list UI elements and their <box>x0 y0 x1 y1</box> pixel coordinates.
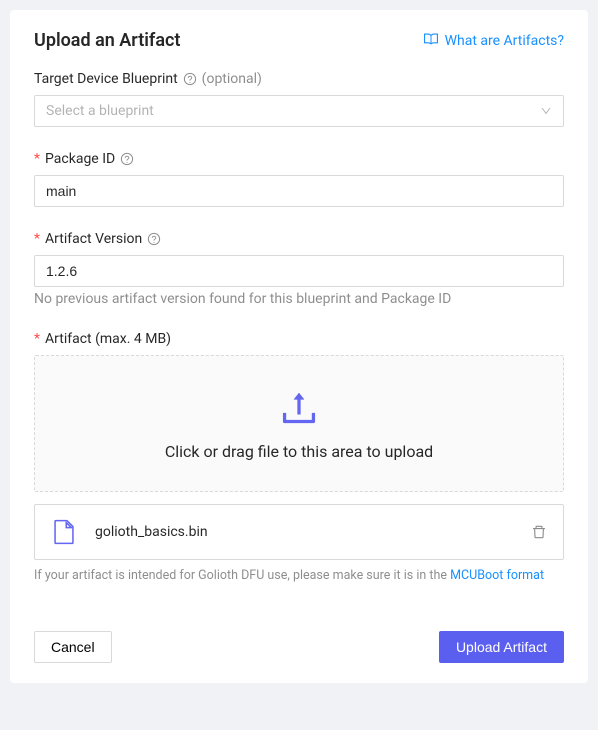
blueprint-select[interactable]: Select a blueprint <box>34 95 564 127</box>
package-id-label: Package ID <box>45 151 115 167</box>
book-icon <box>423 31 439 51</box>
help-link[interactable]: What are Artifacts? <box>423 31 564 51</box>
question-circle-icon[interactable] <box>183 72 197 86</box>
uploaded-file-item: golioth_basics.bin <box>34 504 564 560</box>
upload-artifact-modal: Upload an Artifact What are Artifacts? T… <box>10 10 588 683</box>
blueprint-field: Target Device Blueprint (optional) Selec… <box>34 71 564 127</box>
mcuboot-format-link[interactable]: MCUBoot format <box>450 568 544 583</box>
question-circle-icon[interactable] <box>147 232 161 246</box>
modal-title: Upload an Artifact <box>34 30 180 51</box>
modal-footer: Cancel Upload Artifact <box>34 631 564 663</box>
upload-dropzone[interactable]: Click or drag file to this area to uploa… <box>34 355 564 492</box>
cancel-button[interactable]: Cancel <box>34 631 112 663</box>
blueprint-optional: (optional) <box>202 71 262 87</box>
package-id-input[interactable] <box>34 175 564 207</box>
file-icon <box>51 519 77 545</box>
upload-icon <box>277 386 321 430</box>
artifact-hint-prefix: If your artifact is intended for Golioth… <box>34 568 450 583</box>
blueprint-label: Target Device Blueprint <box>34 71 178 87</box>
artifact-file-label: Artifact (max. 4 MB) <box>45 331 171 347</box>
upload-artifact-button[interactable]: Upload Artifact <box>439 631 564 663</box>
trash-icon[interactable] <box>531 524 547 540</box>
help-link-text: What are Artifacts? <box>445 33 564 49</box>
question-circle-icon[interactable] <box>120 152 134 166</box>
modal-header: Upload an Artifact What are Artifacts? <box>34 30 564 51</box>
artifact-version-label: Artifact Version <box>45 231 142 247</box>
chevron-down-icon <box>540 105 552 117</box>
required-asterisk: * <box>34 331 40 347</box>
blueprint-placeholder: Select a blueprint <box>46 103 154 119</box>
artifact-version-field: * Artifact Version No previous artifact … <box>34 231 564 307</box>
artifact-version-helper: No previous artifact version found for t… <box>34 291 564 307</box>
required-asterisk: * <box>34 231 40 247</box>
artifact-hint: If your artifact is intended for Golioth… <box>34 568 564 583</box>
required-asterisk: * <box>34 151 40 167</box>
package-id-field: * Package ID <box>34 151 564 207</box>
artifact-version-input[interactable] <box>34 255 564 287</box>
artifact-file-field: * Artifact (max. 4 MB) Click or drag fil… <box>34 331 564 583</box>
uploaded-file-name: golioth_basics.bin <box>95 524 513 540</box>
upload-drop-text: Click or drag file to this area to uploa… <box>51 442 547 461</box>
